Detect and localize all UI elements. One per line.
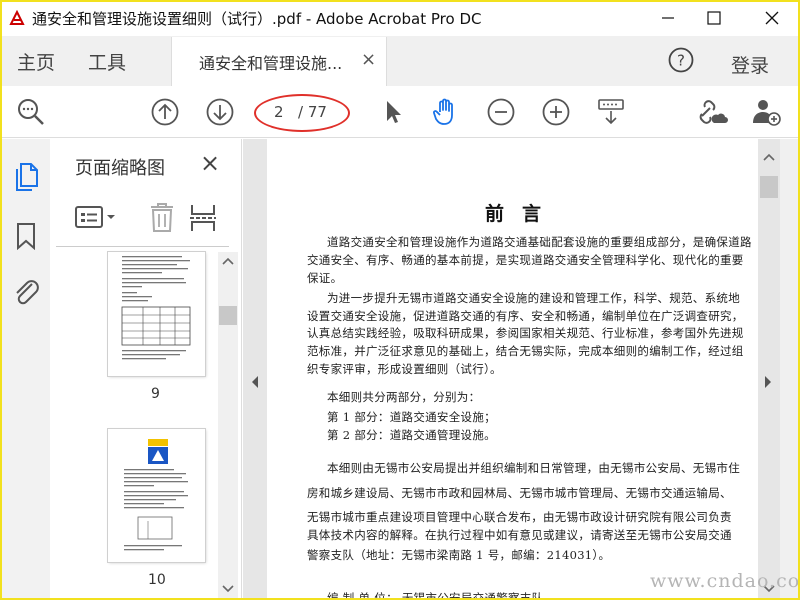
keyboard-dropdown-icon — [598, 99, 624, 125]
paragraph-line: 保证。 — [307, 271, 343, 285]
left-rail — [2, 139, 50, 598]
left-collapse-strip[interactable] — [243, 139, 267, 598]
page-thumbnails-icon — [16, 163, 38, 191]
paragraph-line: 警察支队（地址：无锡市梁南路 1 号，邮编：214031）。 — [307, 548, 611, 562]
page-up-icon — [151, 98, 179, 126]
zoom-in-icon — [542, 98, 570, 126]
paperclip-icon — [16, 280, 39, 305]
next-page-button[interactable] — [202, 94, 238, 130]
thumbnails-panel-title: 页面缩略图 — [75, 158, 165, 179]
triangle-right-icon — [765, 376, 771, 388]
acrobat-app-icon — [9, 10, 27, 26]
thumb-scroll-handle[interactable] — [219, 306, 237, 325]
doc-scroll-up[interactable] — [762, 152, 776, 162]
login-button[interactable]: 登录 — [731, 51, 769, 78]
panel-close-button[interactable]: × — [200, 149, 220, 177]
thumbnail-label-9: 9 — [151, 386, 160, 402]
tab-tools[interactable]: 工具 — [88, 48, 126, 75]
minimize-button[interactable] — [645, 2, 691, 34]
paragraph-line: 具体技术内容的解释。在执行过程中如有意见或建议，请寄送至无锡市公安局交通 — [307, 528, 732, 542]
chevron-up-icon — [763, 153, 775, 161]
search-zoom-button[interactable] — [13, 94, 49, 130]
insert-page-icon — [190, 205, 216, 231]
zoom-out-button[interactable] — [483, 94, 519, 130]
page-down-icon — [206, 98, 234, 126]
thumbnail-label-10: 10 — [148, 572, 166, 588]
attachments-toggle[interactable] — [12, 276, 40, 308]
doc-scroll-handle[interactable] — [760, 176, 778, 198]
thumbnail-page-9-content — [121, 256, 191, 360]
site-watermark: www.cndao.com — [650, 570, 800, 592]
close-window-button[interactable] — [749, 2, 795, 34]
close-icon — [765, 11, 779, 25]
bookmark-icon — [17, 223, 35, 250]
minimize-icon — [662, 17, 674, 19]
window-title: 通安全和管理设施设置细则（试行）.pdf - Adobe Acrobat Pro… — [32, 10, 482, 28]
chevron-down-icon — [222, 585, 234, 593]
triangle-left-icon — [252, 376, 258, 388]
maximize-icon — [707, 11, 721, 25]
help-button[interactable]: ? — [668, 47, 694, 73]
panel-separator — [56, 246, 229, 247]
paragraph-line: 编 制 单 位： 无锡市公安局交通警察支队 — [327, 591, 544, 600]
tab-close-button[interactable]: × — [361, 49, 376, 70]
tab-document-label: 通安全和管理设施... — [199, 54, 343, 73]
share-link-button[interactable] — [694, 94, 730, 130]
paragraph-line: 本细则由无锡市公安局提出并组织编制和日常管理，由无锡市公安局、无锡市住 — [327, 461, 740, 475]
zoom-out-icon — [487, 98, 515, 126]
paragraph-line: 交通安全、有序、畅通的基本前提，是实现道路交通安全管理科学化、现代化的重要 — [307, 253, 744, 267]
document-heading: 前言 — [485, 203, 560, 225]
thumbnails-scrollbar[interactable] — [218, 252, 238, 598]
paragraph-line: 为进一步提升无锡市道路交通安全设施的建设和管理工作，科学、规范、系统地 — [327, 291, 740, 305]
add-user-button[interactable] — [749, 94, 785, 130]
chevron-up-icon — [222, 257, 234, 265]
paragraph-line: 本细则共分两部分，分别为： — [327, 390, 481, 404]
trash-icon — [151, 203, 173, 232]
delete-page-button[interactable] — [148, 201, 176, 233]
paragraph-line: 范标准，并广泛征求意见的基础上，结合无锡实际，完成本细则的编制工作，经过组 — [307, 344, 744, 358]
maximize-button[interactable] — [691, 2, 737, 34]
red-annotation-ellipse — [254, 94, 350, 132]
zoom-in-button[interactable] — [538, 94, 574, 130]
paragraph-line: 设置交通安全设施，促进道路交通的有序、安全和畅通，编制单位在广泛调查研究， — [307, 309, 744, 323]
previous-page-button[interactable] — [147, 94, 183, 130]
select-arrow-icon — [387, 101, 401, 123]
svg-text:?: ? — [677, 52, 685, 70]
bookmarks-toggle[interactable] — [16, 222, 36, 250]
select-tool-button[interactable] — [375, 94, 411, 130]
thumbnail-options-icon — [75, 206, 115, 228]
thumbnail-page-9[interactable] — [108, 252, 205, 376]
paragraph-line: 第 1 部分：道路交通安全设施； — [327, 410, 496, 424]
search-zoom-icon — [18, 99, 44, 125]
thumbnail-options-button[interactable] — [74, 204, 120, 230]
help-icon: ? — [668, 47, 694, 73]
add-user-icon — [753, 100, 781, 126]
thumbnail-page-10[interactable] — [108, 429, 205, 562]
right-collapse-strip[interactable] — [758, 139, 780, 598]
page-thumbnails-toggle[interactable] — [14, 160, 40, 192]
paragraph-line: 第 2 部分：道路交通管理设施。 — [327, 428, 496, 442]
link-cloud-icon — [699, 100, 728, 124]
paragraph-line: 织专家评审，形成设置细则（试行）。 — [307, 362, 502, 376]
tab-home[interactable]: 主页 — [17, 48, 55, 75]
keyboard-dropdown-button[interactable] — [593, 94, 629, 130]
thumb-scroll-down[interactable] — [221, 584, 235, 594]
paragraph-line: 认真总结实践经验，吸取科研成果，参阅国家相关规范、行业标准，参考国外先进规 — [307, 326, 744, 340]
collapse-left-arrow[interactable] — [250, 375, 260, 389]
paragraph-line: 道路交通安全和管理设施作为道路交通基础配套设施的重要组成部分，是确保道路 — [327, 235, 752, 249]
paragraph-line: 无锡市城市重点建设项目管理中心联合发布，由无锡市政设计研究院有限公司负责 — [307, 510, 732, 524]
thumb-scroll-up[interactable] — [221, 256, 235, 266]
thumbnail-page-10-content — [124, 439, 188, 551]
document-scrollbar[interactable] — [780, 139, 798, 598]
hand-tool-button[interactable] — [428, 94, 464, 130]
expand-right-arrow[interactable] — [763, 375, 773, 389]
paragraph-line: 房和城乡建设局、无锡市市政和园林局、无锡市城市管理局、无锡市交通运输局、 — [307, 486, 732, 500]
insert-page-button[interactable] — [188, 203, 218, 233]
hand-tool-icon — [433, 98, 453, 125]
